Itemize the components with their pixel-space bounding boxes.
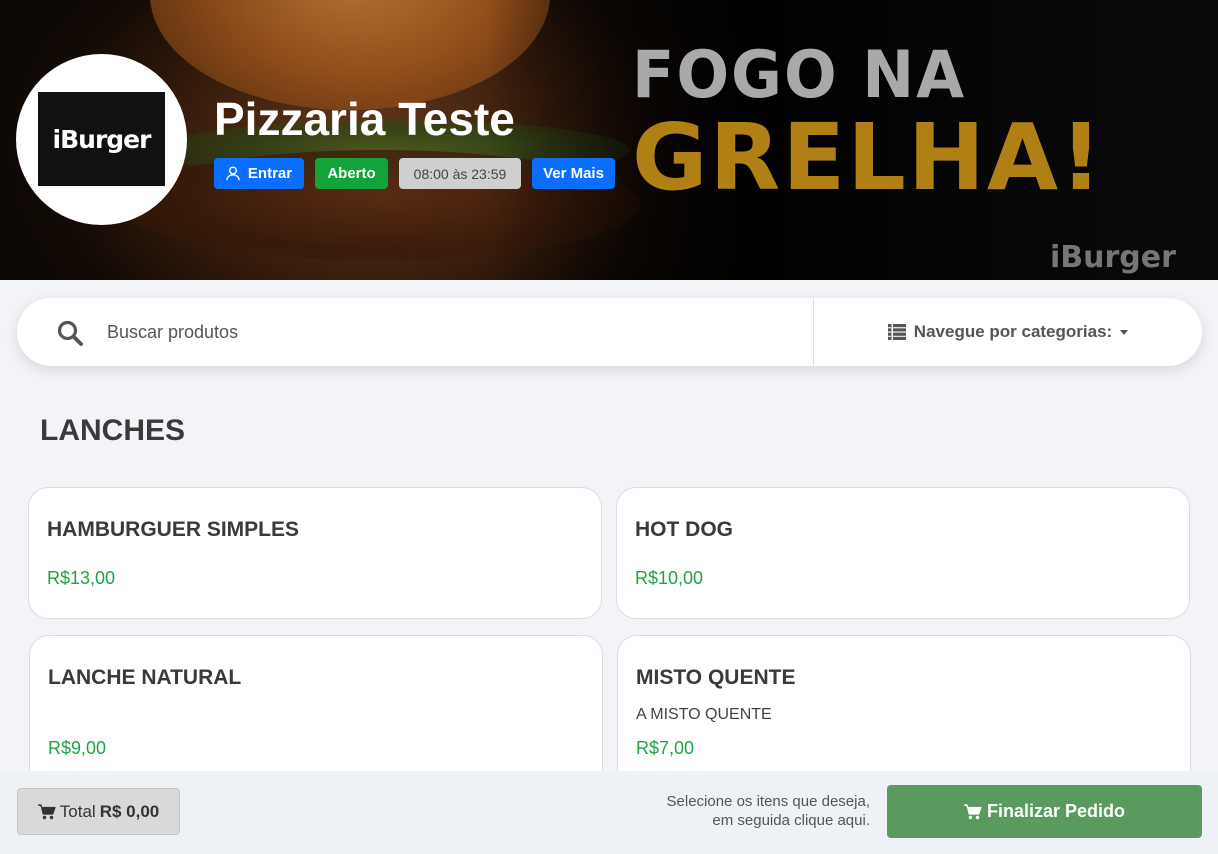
checkout-hint-line-2: em seguida clique aqui. <box>712 812 870 829</box>
cart-icon <box>37 803 56 819</box>
cart-total-label: Total <box>59 801 96 821</box>
finish-order-button[interactable]: Finalizar Pedido <box>887 785 1202 838</box>
list-icon <box>887 324 906 340</box>
search-bar: Navegue por categorias: <box>17 298 1202 366</box>
caret-down-icon <box>1120 329 1129 335</box>
store-logo: iBurger <box>16 54 187 225</box>
status-badge[interactable]: Aberto <box>315 158 388 189</box>
hero-banner: FOGO NA GRELHA! iBurger iBurger Pizzaria… <box>0 0 1218 280</box>
banner-headline-1: FOGO NA <box>632 36 967 113</box>
opening-hours-badge[interactable]: 08:00 às 23:59 <box>399 158 521 189</box>
product-price: R$9,00 <box>48 738 107 758</box>
product-price: R$10,00 <box>635 568 704 588</box>
categories-dropdown[interactable]: Navegue por categorias: <box>814 298 1202 366</box>
cart-total-button[interactable]: Total R$ 0,00 <box>17 788 180 835</box>
cart-icon <box>963 803 982 819</box>
banner-headline-2: GRELHA! <box>632 104 1104 211</box>
cart-total-value: R$ 0,00 <box>99 801 160 821</box>
product-card[interactable]: HOT DOG R$10,00 <box>616 487 1190 619</box>
product-card[interactable]: HAMBURGUER SIMPLES R$13,00 <box>28 487 602 619</box>
product-name: HOT DOG <box>635 518 733 541</box>
login-button-label: Entrar <box>247 165 293 182</box>
product-name: LANCHE NATURAL <box>48 666 242 689</box>
user-icon <box>226 166 240 181</box>
status-badge-label: Aberto <box>327 165 376 182</box>
categories-dropdown-label: Navegue por categorias: <box>913 322 1113 341</box>
search-icon[interactable] <box>57 320 83 346</box>
see-more-button[interactable]: Ver Mais <box>532 158 615 189</box>
store-name: Pizzaria Teste <box>214 93 515 145</box>
opening-hours-label: 08:00 às 23:59 <box>413 165 507 182</box>
product-price: R$7,00 <box>636 738 695 758</box>
product-name: MISTO QUENTE <box>636 666 796 689</box>
product-description: A MISTO QUENTE <box>636 706 772 723</box>
product-name: HAMBURGUER SIMPLES <box>47 518 300 541</box>
see-more-label: Ver Mais <box>543 165 604 182</box>
store-logo-text: iBurger <box>52 124 152 154</box>
checkout-hint-line-1: Selecione os itens que deseja, <box>666 793 870 810</box>
category-title: LANCHES <box>40 414 186 447</box>
finish-order-label: Finalizar Pedido <box>986 801 1126 821</box>
banner-watermark-logo: iBurger <box>1050 240 1176 275</box>
product-price: R$13,00 <box>47 568 116 588</box>
search-input[interactable] <box>107 312 787 352</box>
order-footer: Total R$ 0,00 Selecione os itens que des… <box>0 771 1218 854</box>
checkout-hint: Selecione os itens que deseja, em seguid… <box>667 792 870 830</box>
login-button[interactable]: Entrar <box>214 158 304 189</box>
store-logo-box: iBurger <box>38 92 165 186</box>
